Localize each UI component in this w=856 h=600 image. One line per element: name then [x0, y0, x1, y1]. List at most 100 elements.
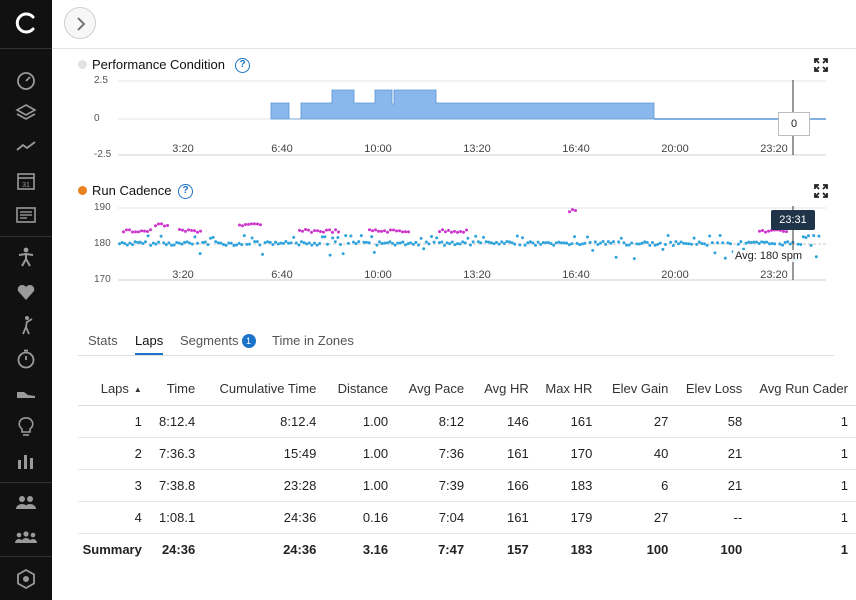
expand-sidebar-button[interactable]	[64, 7, 96, 39]
app-logo-icon[interactable]	[14, 11, 38, 35]
cadence-high-point	[319, 229, 322, 233]
cadence-high-point	[256, 222, 259, 226]
performance-condition-fullscreen-icon[interactable]	[814, 58, 828, 72]
cadence-point	[315, 243, 319, 247]
layers-icon[interactable]	[15, 102, 37, 124]
cadence-point	[466, 236, 470, 240]
cadence-point	[497, 242, 501, 246]
dashboard-icon[interactable]	[15, 69, 37, 91]
cadence-high-point	[407, 230, 410, 234]
column-header-label: Laps	[100, 381, 129, 397]
cadence-point	[183, 240, 186, 244]
cadence-point	[297, 243, 301, 247]
cell-avg-hr: 161	[472, 437, 537, 470]
bar-chart-icon[interactable]	[15, 450, 37, 472]
sidebar-divider	[0, 556, 52, 557]
tab-laps[interactable]: Laps	[135, 333, 164, 355]
column-header-avg-hr[interactable]: Avg HR	[472, 373, 537, 406]
cell-avg-run-cadence: 1	[750, 405, 856, 438]
cadence-point	[284, 240, 288, 244]
golf-icon[interactable]	[15, 314, 37, 336]
cadence-point	[666, 234, 670, 238]
cadence-point	[190, 242, 194, 246]
cadence-point	[635, 242, 639, 246]
cadence-point	[396, 241, 400, 245]
shoe-icon[interactable]	[15, 382, 37, 404]
cadence-point	[765, 240, 769, 244]
sidebar-divider	[0, 236, 52, 237]
table-row[interactable]: 4 1:08.1 24:36 0.16 7:04 161 179 27 -- 1	[78, 501, 856, 534]
tab-time-in-zones[interactable]: Time in Zones	[272, 333, 354, 348]
pc-y-tick: -2.5	[94, 149, 112, 160]
lightbulb-icon[interactable]	[15, 416, 37, 438]
cell-max-hr: 183	[536, 469, 601, 502]
cell-time: 8:12.4	[149, 405, 204, 438]
run-cadence-points	[118, 208, 821, 262]
calendar-icon[interactable]: 31	[15, 170, 37, 192]
groups-icon[interactable]	[15, 526, 37, 548]
table-row[interactable]: 2 7:36.3 15:49 1.00 7:36 161 170 40 21 1	[78, 437, 856, 470]
cadence-point	[817, 234, 821, 238]
cadence-high-point	[758, 229, 761, 233]
running-person-icon[interactable]	[15, 246, 37, 268]
summary-row: Summary 24:36 24:36 3.16 7:47 157 183 10…	[78, 533, 856, 565]
hexagon-icon[interactable]	[15, 568, 37, 590]
column-header-time[interactable]: Time	[149, 373, 204, 406]
run-cadence-title: Run Cadence	[92, 183, 172, 198]
cadence-point	[619, 236, 623, 240]
run-cadence-help-icon[interactable]: ?	[178, 184, 193, 199]
cadence-point	[227, 241, 231, 245]
column-header-laps[interactable]: Laps ▲	[78, 373, 150, 406]
activity-icon[interactable]	[15, 136, 37, 158]
cadence-point	[749, 241, 753, 245]
cadence-point	[799, 243, 803, 247]
cadence-point	[674, 240, 678, 244]
run-cadence-fullscreen-icon[interactable]	[814, 184, 828, 198]
cadence-point	[409, 241, 413, 245]
heart-icon[interactable]	[15, 281, 37, 303]
column-header-avg-pace[interactable]: Avg Pace	[396, 373, 473, 406]
pc-y-tick: 2.5	[94, 75, 108, 86]
stopwatch-icon[interactable]	[15, 348, 37, 370]
column-header-cumulative-time[interactable]: Cumulative Time	[203, 373, 325, 406]
cadence-point	[141, 241, 145, 245]
cadence-high-point	[193, 229, 196, 233]
cell-distance: 1.00	[324, 405, 397, 438]
cadence-point	[274, 240, 277, 244]
column-header-max-hr[interactable]: Max HR	[536, 373, 601, 406]
news-icon[interactable]	[15, 204, 37, 226]
connections-icon[interactable]	[15, 492, 37, 514]
cadence-point	[172, 243, 176, 247]
cadence-point	[570, 242, 574, 246]
cadence-point	[609, 241, 613, 245]
cadence-point	[385, 241, 389, 245]
performance-condition-help-icon[interactable]: ?	[235, 58, 250, 73]
column-header-elev-loss[interactable]: Elev Loss	[676, 373, 751, 406]
cell-time: 1:08.1	[149, 501, 204, 534]
cadence-point	[349, 234, 353, 238]
table-row[interactable]: 1 8:12.4 8:12.4 1.00 8:12 146 161 27 58 …	[78, 405, 856, 438]
cadence-point	[276, 242, 280, 246]
cadence-point	[560, 241, 563, 245]
cadence-point	[164, 243, 168, 247]
cadence-point	[495, 240, 498, 244]
column-header-avg-run-cadence[interactable]: Avg Run Cader	[750, 373, 856, 406]
tab-segments[interactable]: Segments 1	[180, 333, 256, 348]
cell-elev-loss: 58	[676, 405, 751, 438]
column-header-distance[interactable]: Distance	[324, 373, 397, 406]
cadence-point	[162, 241, 166, 245]
cadence-point	[432, 240, 436, 244]
cadence-point	[216, 241, 220, 245]
cadence-high-point	[181, 228, 184, 232]
cadence-point	[544, 241, 548, 245]
cell-lap: 2	[78, 437, 150, 470]
column-header-elev-gain[interactable]: Elev Gain	[600, 373, 677, 406]
cadence-point	[716, 241, 719, 245]
detail-tabs: Stats Laps Segments 1 Time in Zones	[78, 328, 834, 356]
rc-x-tick: 3:20	[172, 269, 194, 281]
table-row[interactable]: 3 7:38.8 23:28 1.00 7:39 166 183 6 21 1	[78, 469, 856, 502]
cadence-point	[383, 241, 387, 245]
cadence-point	[175, 240, 179, 244]
tab-stats[interactable]: Stats	[88, 333, 118, 348]
cadence-point	[804, 236, 808, 240]
